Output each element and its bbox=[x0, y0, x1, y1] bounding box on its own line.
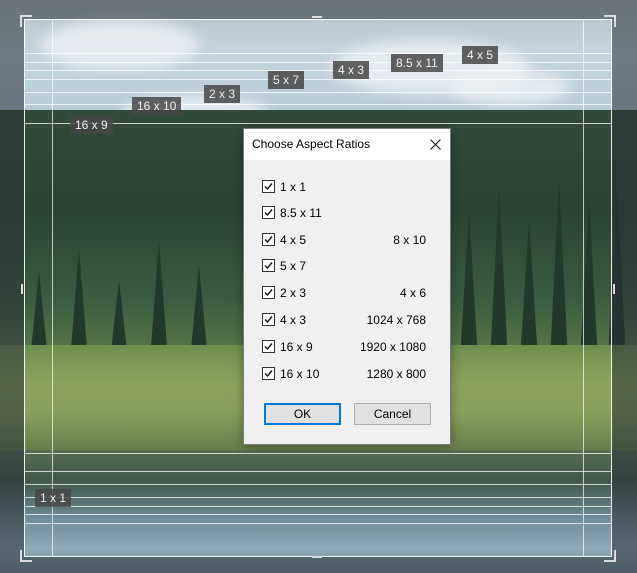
ratio-option-1x1[interactable]: 1 x 1 bbox=[262, 179, 426, 197]
guide-line bbox=[25, 123, 611, 124]
ratio-tag-4x5[interactable]: 4 x 5 bbox=[462, 46, 499, 64]
guide-line bbox=[25, 104, 611, 105]
crop-handle-bottom-left[interactable] bbox=[20, 550, 32, 562]
crop-handle-top[interactable] bbox=[312, 16, 322, 18]
ratio-option-2x3[interactable]: 2 x 3 4 x 6 bbox=[262, 285, 426, 303]
guide-line bbox=[25, 70, 611, 71]
ratio-option-4x5[interactable]: 4 x 5 8 x 10 bbox=[262, 232, 426, 250]
ratio-option-8.5x11[interactable]: 8.5 x 11 bbox=[262, 205, 426, 223]
checkbox[interactable] bbox=[262, 286, 275, 299]
dialog-title: Choose Aspect Ratios bbox=[252, 137, 371, 151]
guide-line bbox=[25, 62, 611, 63]
checkmark-icon bbox=[264, 236, 273, 244]
ratio-tag-8.5x11[interactable]: 8.5 x 11 bbox=[391, 54, 443, 72]
ratio-tag-2x3[interactable]: 2 x 3 bbox=[204, 85, 241, 103]
option-label: 2 x 3 bbox=[280, 286, 307, 300]
ratio-option-5x7[interactable]: 5 x 7 bbox=[262, 258, 426, 276]
cancel-button[interactable]: Cancel bbox=[354, 403, 431, 425]
crop-handle-top-left[interactable] bbox=[20, 15, 32, 27]
crop-mask-right bbox=[612, 19, 637, 557]
guide-line bbox=[25, 53, 611, 54]
guide-line bbox=[25, 484, 611, 485]
option-label: 8.5 x 11 bbox=[280, 206, 322, 220]
crop-handle-top-right[interactable] bbox=[604, 15, 616, 27]
option-label: 1 x 1 bbox=[280, 180, 307, 194]
option-alt-label: 8 x 10 bbox=[393, 233, 426, 247]
checkbox[interactable] bbox=[262, 259, 275, 272]
guide-line bbox=[25, 506, 611, 507]
guide-line bbox=[25, 471, 611, 472]
ratio-tag-16x10[interactable]: 16 x 10 bbox=[132, 97, 182, 115]
option-label: 16 x 10 bbox=[280, 367, 320, 381]
guide-line bbox=[25, 79, 611, 80]
checkmark-icon bbox=[264, 183, 273, 191]
option-label: 16 x 9 bbox=[280, 340, 313, 354]
checkmark-icon bbox=[264, 209, 273, 217]
guide-line bbox=[25, 453, 611, 454]
aspect-ratio-dialog: Choose Aspect Ratios 1 x 1 8.5 x 11 4 x … bbox=[243, 128, 451, 445]
guide-line bbox=[25, 497, 611, 498]
checkmark-icon bbox=[264, 370, 273, 378]
ratio-tag-16x9[interactable]: 16 x 9 bbox=[70, 116, 113, 134]
option-alt-label: 1024 x 768 bbox=[366, 313, 426, 327]
guide-line bbox=[25, 514, 611, 515]
crop-handle-bottom-right[interactable] bbox=[604, 550, 616, 562]
ok-button[interactable]: OK bbox=[264, 403, 341, 425]
checkbox[interactable] bbox=[262, 340, 275, 353]
ratio-option-4x3[interactable]: 4 x 3 1024 x 768 bbox=[262, 312, 426, 330]
crop-handle-bottom[interactable] bbox=[312, 556, 322, 558]
ratio-option-16x9[interactable]: 16 x 9 1920 x 1080 bbox=[262, 339, 426, 357]
checkbox[interactable] bbox=[262, 233, 275, 246]
close-button[interactable] bbox=[420, 129, 450, 159]
crop-handle-right[interactable] bbox=[613, 284, 615, 294]
crop-handle-left[interactable] bbox=[21, 284, 23, 294]
option-alt-label: 4 x 6 bbox=[399, 286, 426, 300]
guide-line bbox=[25, 92, 611, 93]
option-label: 5 x 7 bbox=[280, 259, 307, 273]
ratio-tag-1x1[interactable]: 1 x 1 bbox=[35, 489, 72, 507]
checkbox[interactable] bbox=[262, 313, 275, 326]
checkmark-icon bbox=[264, 262, 273, 270]
checkbox[interactable] bbox=[262, 206, 275, 219]
option-label: 4 x 5 bbox=[280, 233, 307, 247]
close-icon bbox=[429, 138, 441, 150]
ratio-option-16x10[interactable]: 16 x 10 1280 x 800 bbox=[262, 366, 426, 384]
checkmark-icon bbox=[264, 289, 273, 297]
option-label: 4 x 3 bbox=[280, 313, 307, 327]
option-alt-label: 1280 x 800 bbox=[366, 367, 426, 381]
checkbox[interactable] bbox=[262, 180, 275, 193]
checkmark-icon bbox=[264, 316, 273, 324]
dialog-titlebar[interactable]: Choose Aspect Ratios bbox=[244, 129, 450, 161]
guide-line bbox=[25, 523, 611, 524]
crop-mask-bottom bbox=[0, 557, 637, 573]
checkmark-icon bbox=[264, 343, 273, 351]
option-alt-label: 1920 x 1080 bbox=[359, 340, 426, 354]
checkbox[interactable] bbox=[262, 367, 275, 380]
ratio-tag-4x3[interactable]: 4 x 3 bbox=[333, 61, 370, 79]
ratio-tag-5x7[interactable]: 5 x 7 bbox=[268, 71, 305, 89]
